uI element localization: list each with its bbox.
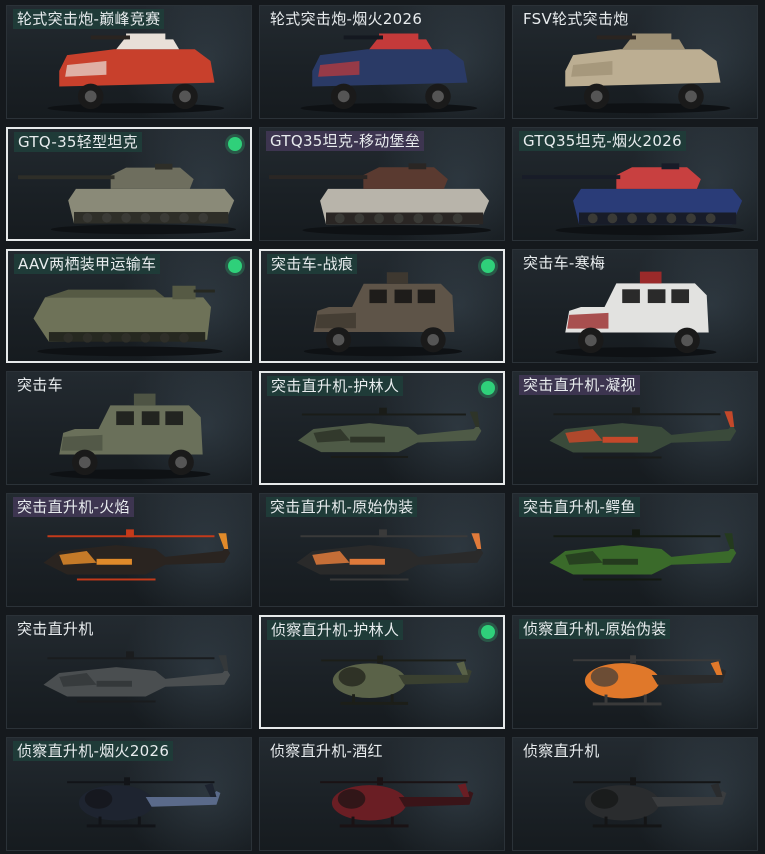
vehicle-skin-card[interactable]: AAV两栖装甲运输车 [6, 249, 252, 363]
vehicle-skin-card[interactable]: 突击车-寒梅 [512, 249, 758, 363]
vehicle-skin-card[interactable]: 突击直升机-原始伪装 [259, 493, 505, 607]
vehicle-skin-name: 突击直升机-凝视 [519, 375, 640, 395]
vehicle-skin-grid: 轮式突击炮-巅峰竞赛 轮式突击炮-烟火2026 FSV轮式突击炮 GTQ-35轻… [6, 5, 758, 851]
vehicle-skin-card[interactable]: 侦察直升机-原始伪装 [512, 615, 758, 729]
vehicle-skin-card[interactable]: GTQ35坦克-烟火2026 [512, 127, 758, 241]
vehicle-skin-card[interactable]: 侦察直升机 [512, 737, 758, 851]
vehicle-skin-card[interactable]: 侦察直升机-烟火2026 [6, 737, 252, 851]
vehicle-skin-card[interactable]: FSV轮式突击炮 [512, 5, 758, 119]
vehicle-skin-name: GTQ-35轻型坦克 [14, 132, 142, 152]
vehicle-skin-card[interactable]: 轮式突击炮-烟火2026 [259, 5, 505, 119]
vehicle-skin-name: GTQ35坦克-移动堡垒 [266, 131, 425, 151]
vehicle-skin-name: 侦察直升机-护林人 [267, 620, 404, 640]
vehicle-skin-name: 侦察直升机-烟火2026 [13, 741, 174, 761]
vehicle-skin-name: AAV两栖装甲运输车 [14, 254, 161, 274]
vehicle-skin-name: 突击车-战痕 [267, 254, 358, 274]
vehicle-skin-name: 侦察直升机 [523, 742, 600, 760]
vehicle-skin-card[interactable]: 突击直升机-鳄鱼 [512, 493, 758, 607]
vehicle-skin-name: GTQ35坦克-烟火2026 [519, 131, 686, 151]
equipped-indicator-icon [481, 381, 495, 395]
vehicle-skin-card[interactable]: 侦察直升机-护林人 [259, 615, 505, 729]
vehicle-skin-card[interactable]: 突击直升机-护林人 [259, 371, 505, 485]
vehicle-skin-name: 轮式突击炮-巅峰竞赛 [13, 9, 165, 29]
vehicle-skin-name: 突击车-寒梅 [523, 254, 606, 272]
vehicle-skin-card[interactable]: 突击直升机-火焰 [6, 493, 252, 607]
vehicle-skin-card[interactable]: 突击车 [6, 371, 252, 485]
vehicle-skin-card[interactable]: 轮式突击炮-巅峰竞赛 [6, 5, 252, 119]
vehicle-skin-card[interactable]: 突击车-战痕 [259, 249, 505, 363]
vehicle-skin-name: 突击直升机-原始伪装 [266, 497, 418, 517]
vehicle-skin-name: 突击车 [17, 376, 63, 394]
vehicle-skin-card[interactable]: GTQ-35轻型坦克 [6, 127, 252, 241]
equipped-indicator-icon [481, 259, 495, 273]
vehicle-skin-name: 突击直升机 [17, 620, 94, 638]
vehicle-skin-card[interactable]: GTQ35坦克-移动堡垒 [259, 127, 505, 241]
equipped-indicator-icon [228, 259, 242, 273]
equipped-indicator-icon [228, 137, 242, 151]
vehicle-skin-card[interactable]: 突击直升机 [6, 615, 252, 729]
vehicle-skin-name: FSV轮式突击炮 [523, 10, 629, 28]
vehicle-skin-name: 突击直升机-护林人 [267, 376, 404, 396]
vehicle-skin-card[interactable]: 侦察直升机-酒红 [259, 737, 505, 851]
vehicle-skin-name: 侦察直升机-酒红 [270, 742, 383, 760]
equipped-indicator-icon [481, 625, 495, 639]
vehicle-skin-name: 轮式突击炮-烟火2026 [270, 10, 423, 28]
vehicle-skin-name: 突击直升机-鳄鱼 [519, 497, 640, 517]
vehicle-skin-card[interactable]: 突击直升机-凝视 [512, 371, 758, 485]
vehicle-skin-name: 侦察直升机-原始伪装 [519, 619, 671, 639]
vehicle-skin-name: 突击直升机-火焰 [13, 497, 134, 517]
